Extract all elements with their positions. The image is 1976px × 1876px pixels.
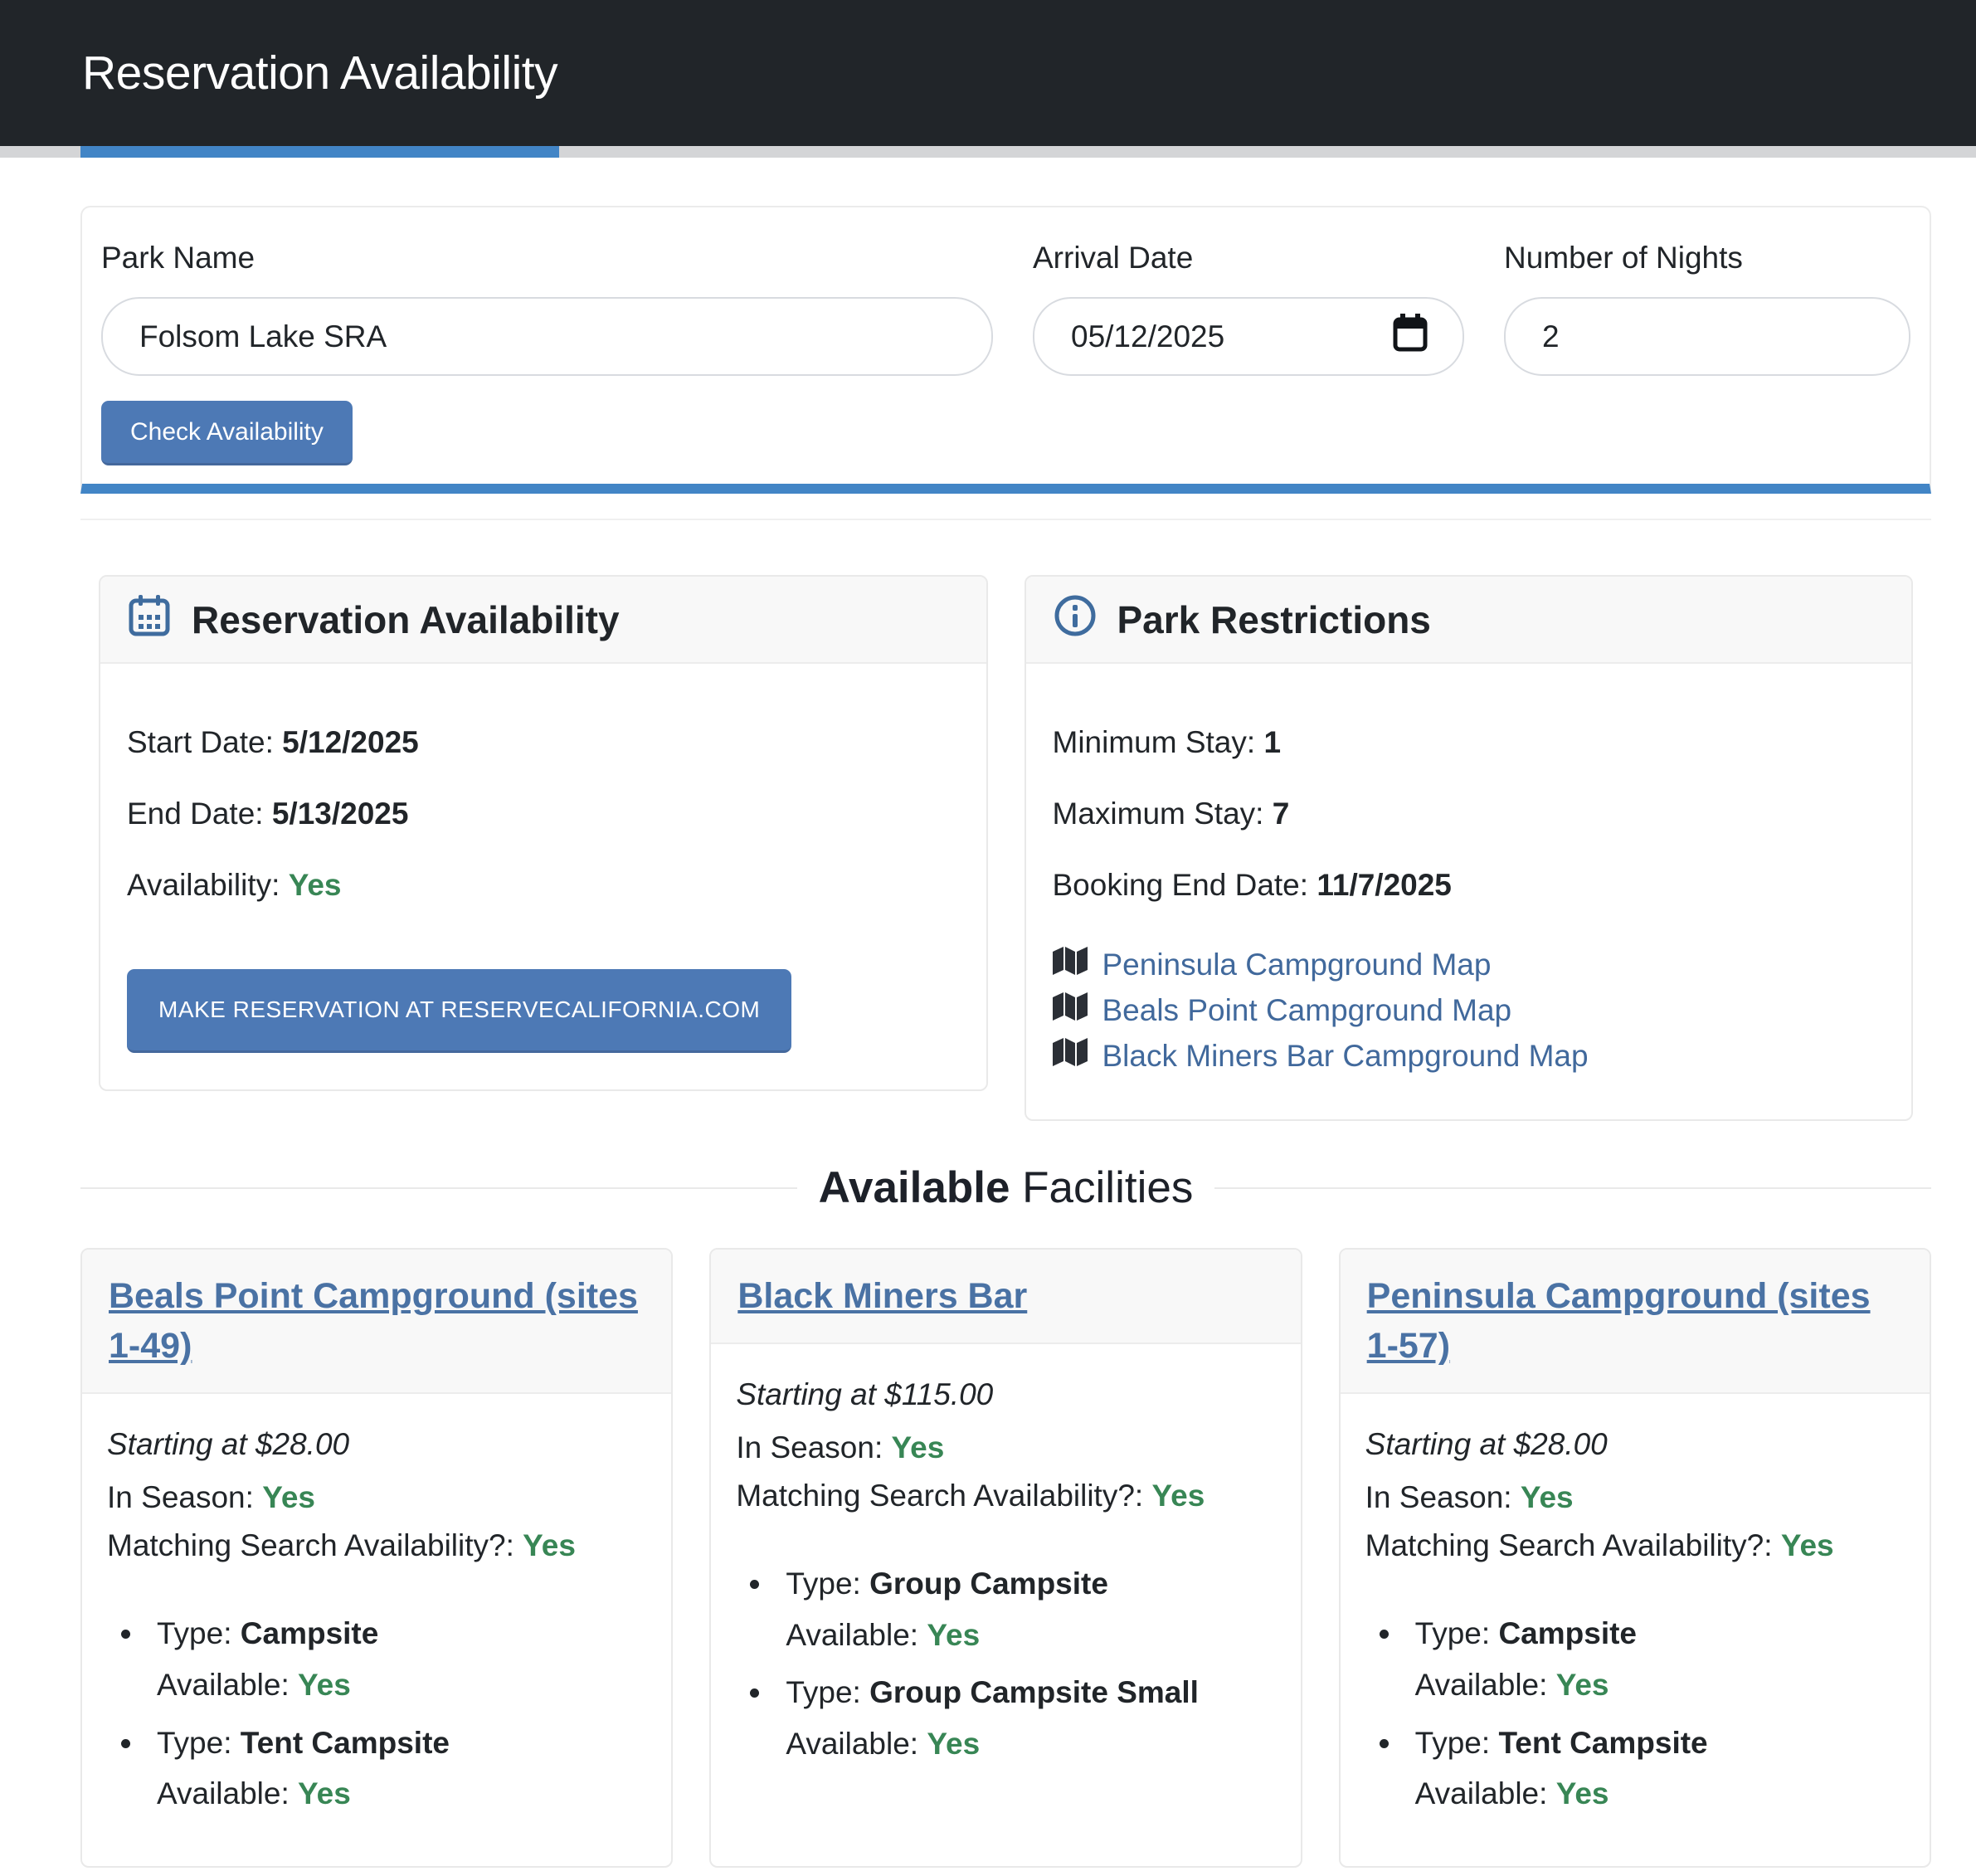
nights-field: Number of Nights <box>1504 237 1910 376</box>
main-content: Park Name Arrival Date 05/12/2025 <box>80 206 1931 1876</box>
park-name-label: Park Name <box>101 241 993 275</box>
facility-title-link[interactable]: Black Miners Bar <box>737 1276 1027 1316</box>
arrival-date-label: Arrival Date <box>1033 241 1464 275</box>
header-underline <box>0 146 1976 158</box>
facility-title-link[interactable]: Beals Point Campground (sites 1-49) <box>109 1276 638 1366</box>
availability-card-header: Reservation Availability <box>100 577 986 664</box>
restrictions-card-header: Park Restrictions <box>1026 577 1912 664</box>
restrictions-card-title: Park Restrictions <box>1117 597 1431 642</box>
availability-card: Reservation Availability Start Date: 5/1… <box>99 575 988 1091</box>
search-form-card: Park Name Arrival Date 05/12/2025 <box>80 206 1931 494</box>
result-cards-row: Reservation Availability Start Date: 5/1… <box>80 575 1931 1121</box>
site-type-list: Type: Campsite Available: Yes Type: Tent… <box>1365 1611 1905 1816</box>
site-type-item: Type: Campsite Available: Yes <box>1404 1611 1905 1707</box>
facilities-heading: Available Facilities <box>80 1162 1931 1213</box>
in-season-line: In Season: Yes <box>736 1430 1275 1465</box>
map-links: Peninsula Campground Map Beals Point Cam… <box>1053 946 1886 1074</box>
booking-end-line: Booking End Date: 11/7/2025 <box>1053 868 1886 903</box>
type-line: Type: Tent Campsite <box>1415 1721 1905 1766</box>
park-name-input[interactable] <box>101 297 993 376</box>
facilities-row: Beals Point Campground (sites 1-49) Star… <box>80 1248 1931 1876</box>
active-tab-indicator <box>80 146 559 158</box>
available-line: Available: Yes <box>157 1771 646 1816</box>
site-type-list: Type: Campsite Available: Yes Type: Tent… <box>107 1611 646 1816</box>
make-reservation-button[interactable]: MAKE RESERVATION AT RESERVECALIFORNIA.CO… <box>127 969 791 1053</box>
site-type-item: Type: Group Campsite Small Available: Ye… <box>774 1670 1275 1766</box>
max-stay-line: Maximum Stay: 7 <box>1053 797 1886 831</box>
max-stay-value: 7 <box>1273 797 1290 831</box>
facilities-heading-text: Available Facilities <box>819 1162 1194 1213</box>
type-line: Type: Group Campsite <box>786 1562 1275 1606</box>
starting-price: Starting at $28.00 <box>107 1427 646 1462</box>
page-title: Reservation Availability <box>82 46 557 100</box>
end-date-line: End Date: 5/13/2025 <box>127 797 960 831</box>
available-line: Available: Yes <box>1415 1663 1905 1708</box>
black-miners-map-link[interactable]: Black Miners Bar Campground Map <box>1053 1037 1886 1074</box>
type-line: Type: Campsite <box>157 1611 646 1656</box>
facility-title-link[interactable]: Peninsula Campground (sites 1-57) <box>1367 1276 1871 1366</box>
available-line: Available: Yes <box>1415 1771 1905 1816</box>
start-date-line: Start Date: 5/12/2025 <box>127 725 960 760</box>
site-type-list: Type: Group Campsite Available: Yes Type… <box>736 1562 1275 1766</box>
nights-label: Number of Nights <box>1504 241 1910 275</box>
availability-card-body: Start Date: 5/12/2025 End Date: 5/13/202… <box>100 664 986 1089</box>
beals-point-map-link[interactable]: Beals Point Campground Map <box>1053 992 1886 1029</box>
site-type-item: Type: Tent Campsite Available: Yes <box>145 1721 646 1816</box>
starting-price: Starting at $115.00 <box>736 1377 1275 1412</box>
nights-input[interactable] <box>1504 297 1910 376</box>
restrictions-card: Park Restrictions Minimum Stay: 1 Maximu… <box>1025 575 1914 1121</box>
map-icon <box>1053 946 1088 983</box>
in-season-line: In Season: Yes <box>107 1480 646 1515</box>
in-season-line: In Season: Yes <box>1365 1480 1905 1515</box>
heading-right-line <box>1214 1187 1931 1189</box>
booking-end-value: 11/7/2025 <box>1317 868 1452 902</box>
map-icon <box>1053 992 1088 1029</box>
facility-card-body: Starting at $115.00 In Season: Yes Match… <box>711 1344 1300 1816</box>
date-picker-calendar-icon[interactable] <box>1393 314 1428 359</box>
arrival-date-input[interactable]: 05/12/2025 <box>1033 297 1464 376</box>
facility-card-beals-point: Beals Point Campground (sites 1-49) Star… <box>80 1248 673 1868</box>
type-line: Type: Tent Campsite <box>157 1721 646 1766</box>
facility-card-header: Peninsula Campground (sites 1-57) <box>1341 1250 1930 1394</box>
availability-value: Yes <box>289 868 342 902</box>
availability-line: Availability: Yes <box>127 868 960 903</box>
app-header: Reservation Availability <box>0 0 1976 146</box>
peninsula-map-link[interactable]: Peninsula Campground Map <box>1053 946 1886 983</box>
arrival-date-field: Arrival Date 05/12/2025 <box>1033 237 1464 376</box>
min-stay-line: Minimum Stay: 1 <box>1053 725 1886 760</box>
min-stay-value: 1 <box>1263 725 1281 759</box>
available-line: Available: Yes <box>157 1663 646 1708</box>
available-line: Available: Yes <box>786 1722 1275 1766</box>
facility-card-body: Starting at $28.00 In Season: Yes Matchi… <box>1341 1394 1930 1866</box>
facility-card-body: Starting at $28.00 In Season: Yes Matchi… <box>82 1394 671 1866</box>
matching-line: Matching Search Availability?: Yes <box>107 1528 646 1563</box>
calendar-icon <box>127 593 172 646</box>
matching-line: Matching Search Availability?: Yes <box>736 1479 1275 1513</box>
type-line: Type: Campsite <box>1415 1611 1905 1656</box>
facility-card-header: Black Miners Bar <box>711 1250 1300 1344</box>
map-icon <box>1053 1037 1088 1074</box>
park-name-field: Park Name <box>101 237 993 376</box>
check-availability-button[interactable]: Check Availability <box>101 401 353 465</box>
availability-card-title: Reservation Availability <box>192 597 620 642</box>
matching-line: Matching Search Availability?: Yes <box>1365 1528 1905 1563</box>
search-fields: Park Name Arrival Date 05/12/2025 <box>101 237 1910 376</box>
section-divider <box>80 519 1931 520</box>
facility-card-header: Beals Point Campground (sites 1-49) <box>82 1250 671 1394</box>
start-date-value: 5/12/2025 <box>282 725 419 759</box>
site-type-item: Type: Tent Campsite Available: Yes <box>1404 1721 1905 1816</box>
end-date-value: 5/13/2025 <box>272 797 409 831</box>
arrival-date-value: 05/12/2025 <box>1071 319 1224 354</box>
info-icon <box>1053 593 1098 646</box>
starting-price: Starting at $28.00 <box>1365 1427 1905 1462</box>
site-type-item: Type: Group Campsite Available: Yes <box>774 1562 1275 1657</box>
restrictions-card-body: Minimum Stay: 1 Maximum Stay: 7 Booking … <box>1026 664 1912 1119</box>
facility-card-peninsula: Peninsula Campground (sites 1-57) Starti… <box>1339 1248 1931 1868</box>
facility-card-black-miners-bar: Black Miners Bar Starting at $115.00 In … <box>709 1248 1302 1868</box>
site-type-item: Type: Campsite Available: Yes <box>145 1611 646 1707</box>
type-line: Type: Group Campsite Small <box>786 1670 1275 1715</box>
available-line: Available: Yes <box>786 1613 1275 1658</box>
heading-left-line <box>80 1187 797 1189</box>
